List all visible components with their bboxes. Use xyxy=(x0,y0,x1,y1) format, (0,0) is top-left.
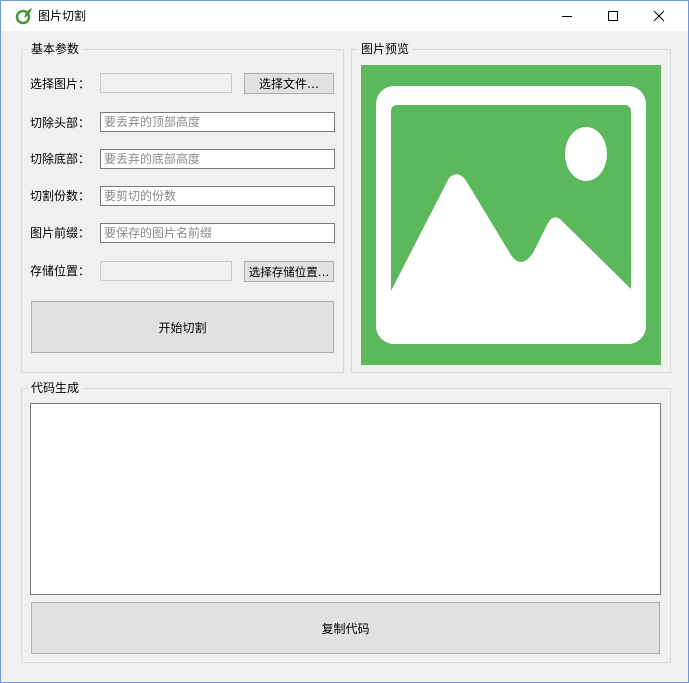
maximize-button[interactable] xyxy=(590,1,636,31)
cut-top-label: 切除头部： xyxy=(30,116,91,130)
basic-params-title: 基本参数 xyxy=(28,42,83,57)
minimize-button[interactable] xyxy=(544,1,590,31)
title-bar[interactable]: 图片切割 xyxy=(1,1,688,31)
image-preview xyxy=(361,65,661,365)
close-icon xyxy=(653,10,665,22)
close-button[interactable] xyxy=(636,1,682,31)
copy-code-button[interactable]: 复制代码 xyxy=(31,602,660,654)
save-location-label: 存储位置： xyxy=(30,264,91,278)
app-leaf-icon xyxy=(15,8,32,25)
app-window: 图片切割 基本参数 选择图片： 选择文件… 切除头部： 切除底部： 切割份数： … xyxy=(0,0,689,683)
select-file-button[interactable]: 选择文件… xyxy=(244,73,334,94)
select-image-label: 选择图片： xyxy=(30,77,91,91)
image-placeholder-icon xyxy=(376,86,646,344)
prefix-label: 图片前缀： xyxy=(30,226,91,240)
prefix-input[interactable] xyxy=(100,223,335,243)
maximize-icon xyxy=(608,11,618,21)
cut-bottom-label: 切除底部： xyxy=(30,152,91,166)
preview-title: 图片预览 xyxy=(358,42,413,57)
start-cut-button[interactable]: 开始切割 xyxy=(31,301,334,353)
window-title: 图片切割 xyxy=(38,9,87,23)
code-output-textarea[interactable] xyxy=(30,403,661,595)
select-image-field xyxy=(100,73,232,93)
minimize-icon xyxy=(562,16,572,17)
cut-bottom-input[interactable] xyxy=(100,149,335,169)
parts-input[interactable] xyxy=(100,186,335,206)
select-save-location-button[interactable]: 选择存储位置… xyxy=(244,261,334,282)
code-gen-title: 代码生成 xyxy=(28,381,83,396)
save-location-field xyxy=(100,261,232,281)
parts-label: 切割份数： xyxy=(30,189,91,203)
cut-top-input[interactable] xyxy=(100,112,335,132)
